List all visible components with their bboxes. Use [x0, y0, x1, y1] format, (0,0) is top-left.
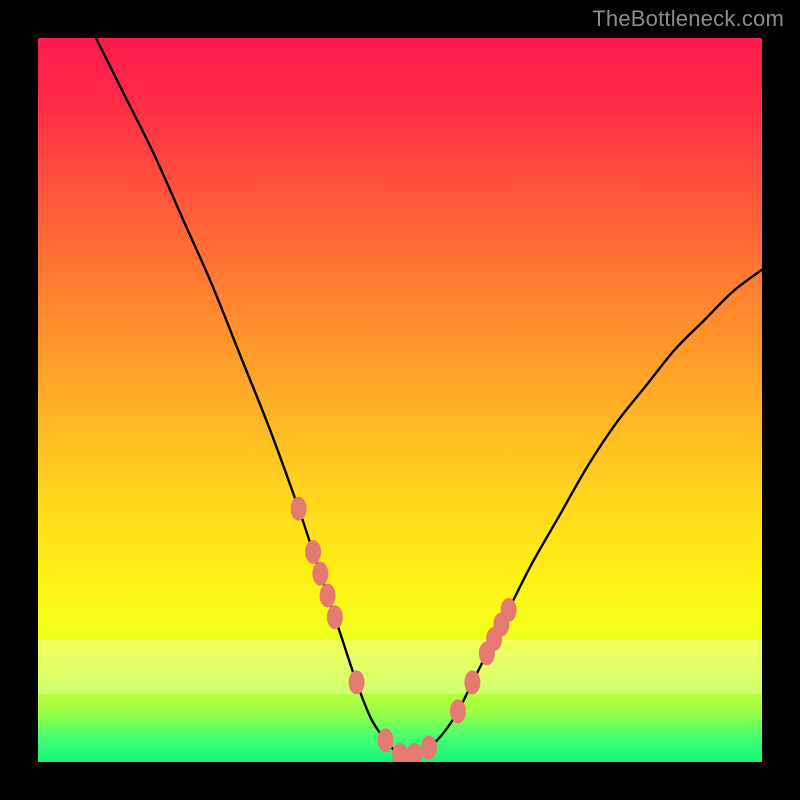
marker-dot — [349, 670, 365, 694]
marker-dot — [327, 605, 343, 629]
chart-frame: TheBottleneck.com — [0, 0, 800, 800]
marker-dot — [320, 583, 336, 607]
marker-dot — [378, 728, 394, 752]
bottleneck-curve — [96, 38, 762, 756]
marker-dot — [312, 562, 328, 586]
marker-dot — [501, 598, 517, 622]
marker-dot — [305, 540, 321, 564]
curve-layer — [38, 38, 762, 762]
watermark-text: TheBottleneck.com — [592, 6, 784, 32]
marker-dot — [291, 497, 307, 521]
marker-dot — [392, 743, 408, 762]
marker-dot — [464, 670, 480, 694]
plot-area — [38, 38, 762, 762]
marker-dot — [421, 736, 437, 760]
marker-dot — [450, 699, 466, 723]
marker-dots — [291, 497, 517, 762]
marker-dot — [406, 743, 422, 762]
